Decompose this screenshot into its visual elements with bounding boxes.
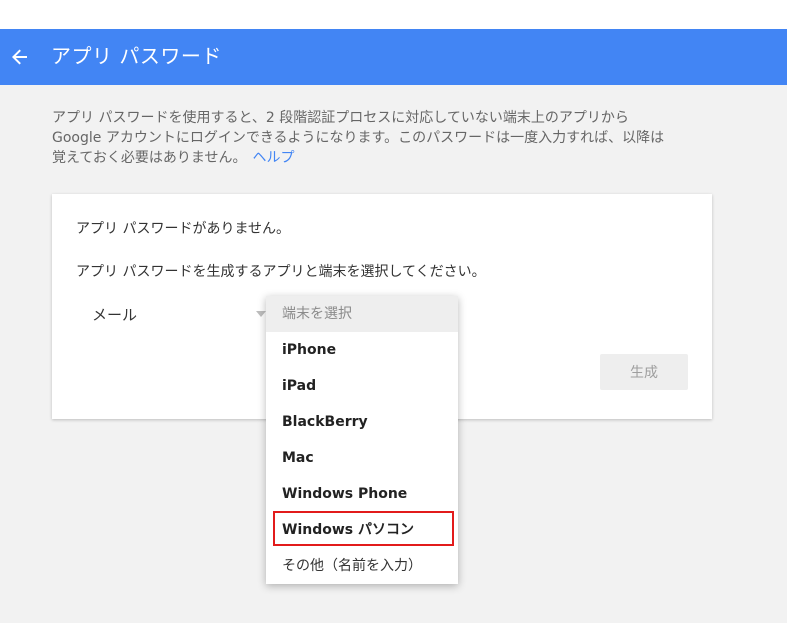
intro-line-1: アプリ パスワードを使用すると、2 段階認証プロセスに対応していない端末上のアプ… [52, 110, 629, 126]
top-strip [0, 0, 787, 29]
intro-line-3: 覚えておく必要はありません。 ヘルプ [52, 148, 742, 168]
device-option-windows-phone[interactable]: Windows Phone [266, 476, 458, 512]
arrow-left-icon [12, 49, 27, 65]
back-button[interactable] [6, 43, 34, 71]
device-option-other[interactable]: その他（名前を入力） [266, 548, 458, 584]
device-option-blackberry[interactable]: BlackBerry [266, 404, 458, 440]
app-bar: アプリ パスワード [0, 29, 787, 85]
app-select-value: メール [92, 306, 138, 324]
dropdown-arrow-icon [256, 311, 266, 317]
device-dropdown-menu: 端末を選択 iPhone iPad BlackBerry Mac Windows… [266, 296, 458, 584]
intro-line-2: Google アカウントにログインできるようになります。このパスワードは一度入力… [52, 130, 665, 146]
intro-text: アプリ パスワードを使用すると、2 段階認証プロセスに対応していない端末上のアプ… [52, 108, 742, 168]
generate-button[interactable]: 生成 [600, 354, 688, 390]
device-placeholder: 端末を選択 [266, 296, 458, 332]
instruction-text: アプリ パスワードを生成するアプリと端末を選択してください。 [76, 264, 486, 280]
device-option-ipad[interactable]: iPad [266, 368, 458, 404]
intro-line-3-text: 覚えておく必要はありません。 [52, 150, 247, 166]
no-passwords-message: アプリ パスワードがありません。 [76, 221, 291, 237]
device-option-windows-pc[interactable]: Windows パソコン [266, 512, 458, 548]
device-option-mac[interactable]: Mac [266, 440, 458, 476]
help-link[interactable]: ヘルプ [252, 150, 294, 166]
page-title: アプリ パスワード [51, 44, 222, 68]
device-option-iphone[interactable]: iPhone [266, 332, 458, 368]
app-select[interactable]: メール [76, 296, 266, 330]
